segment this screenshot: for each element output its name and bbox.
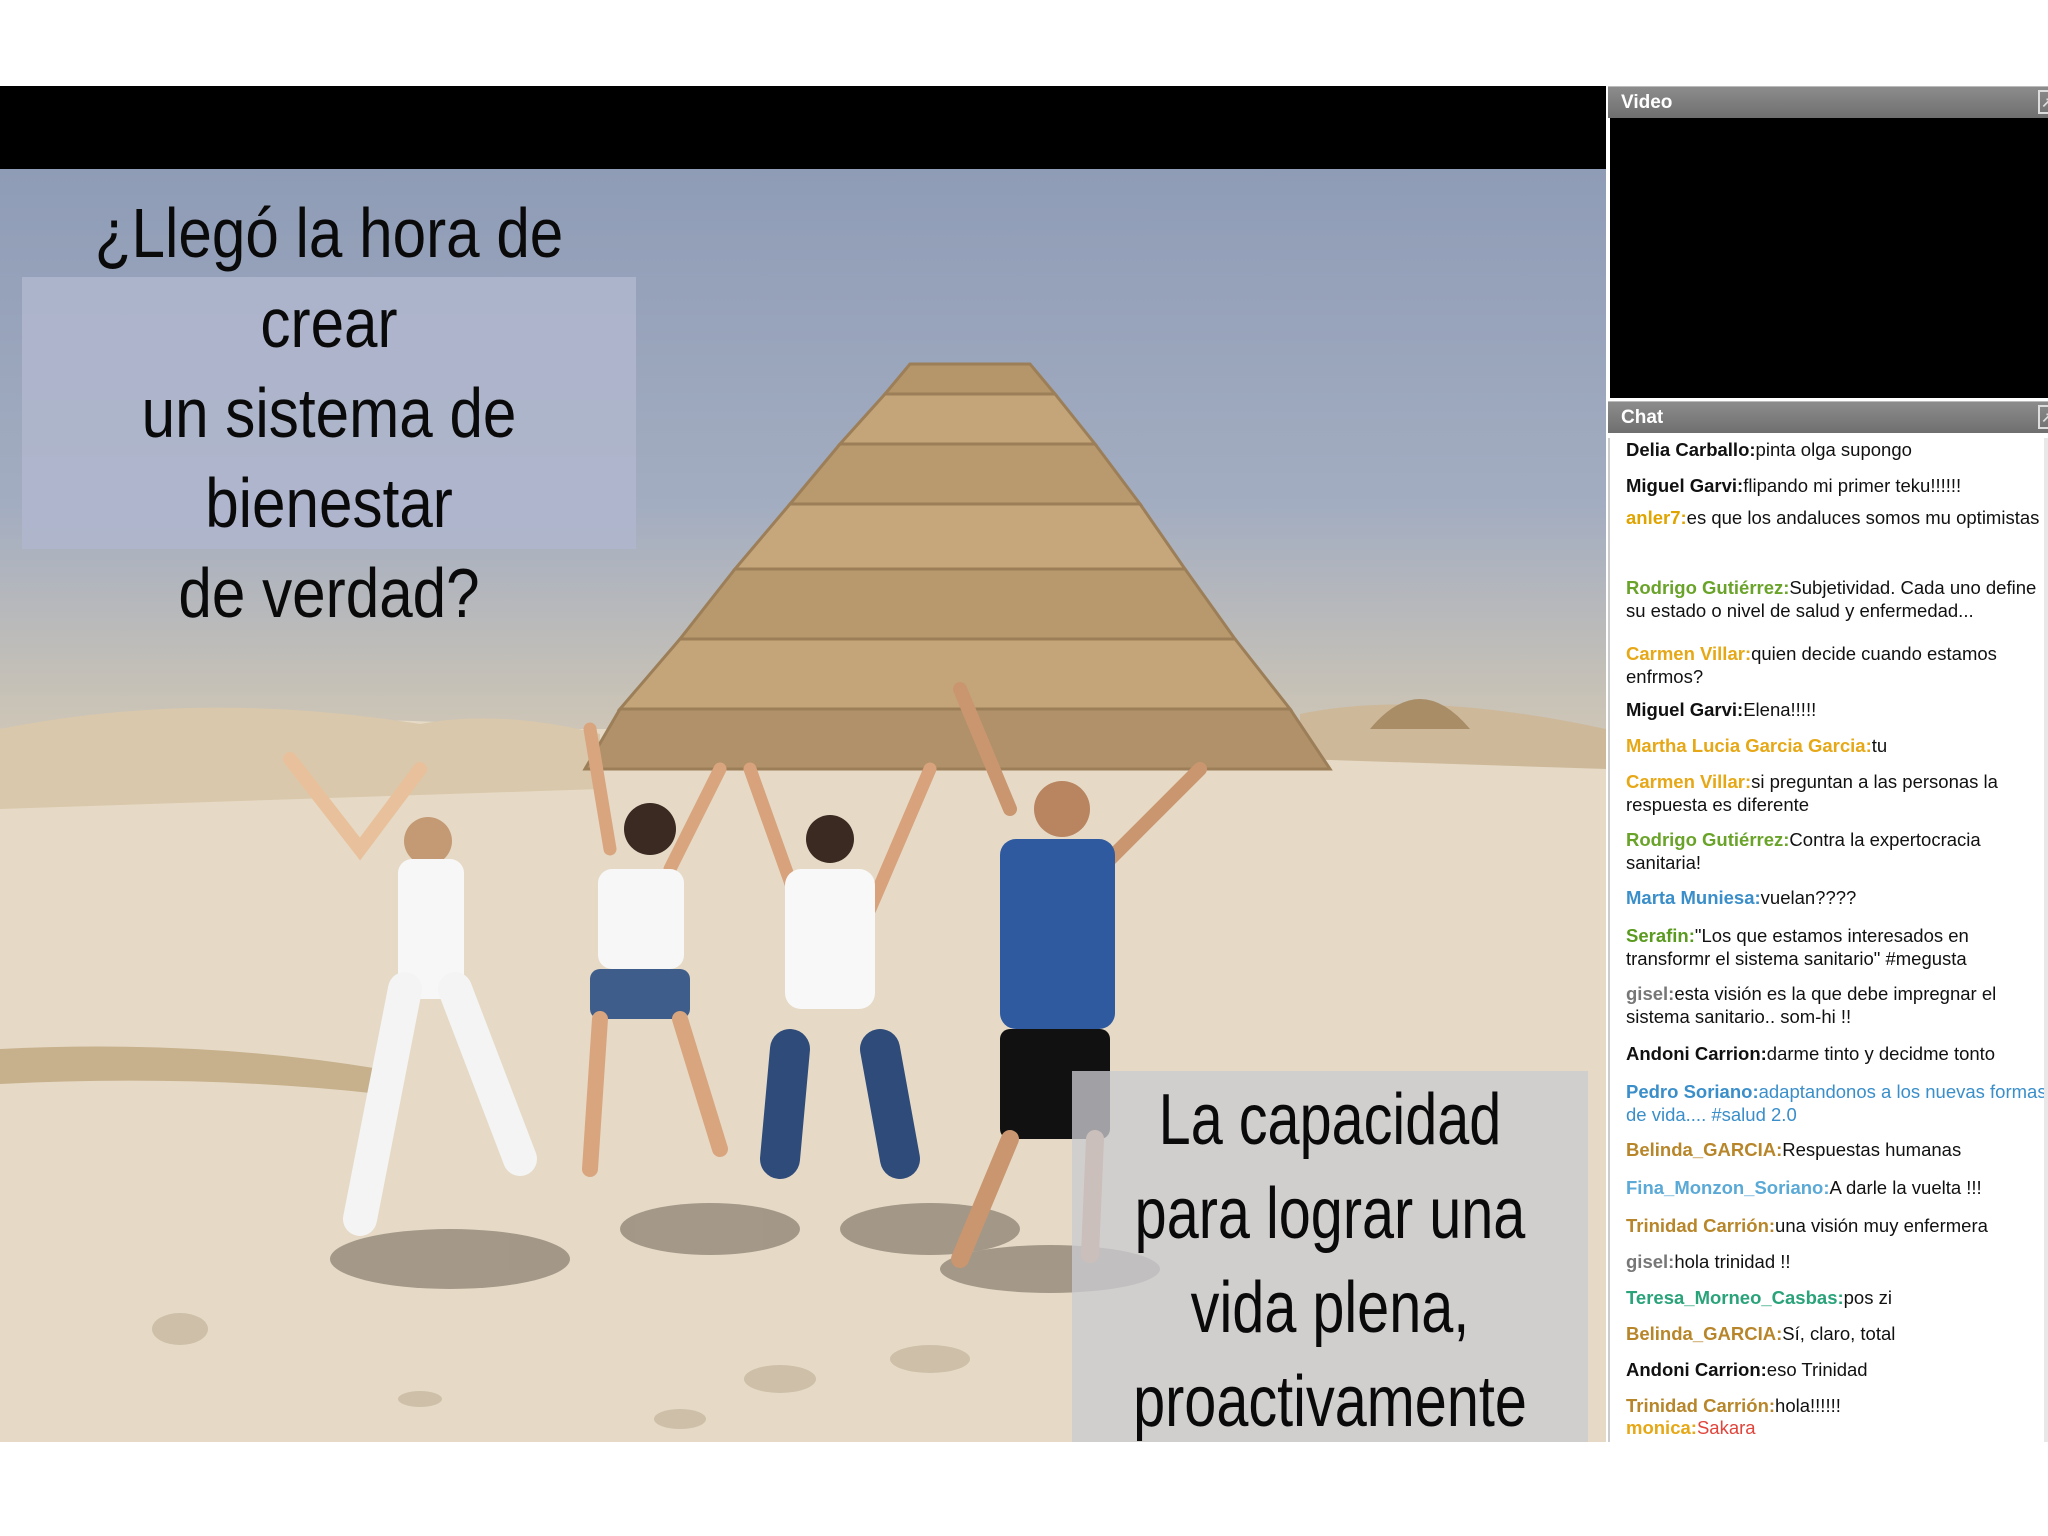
- chat-message: Trinidad Carrión:hola!!!!!!: [1626, 1394, 2048, 1417]
- chat-message-text: esta visión es la que debe impregnar el …: [1626, 983, 1997, 1027]
- chat-message-text: tu: [1871, 735, 1888, 756]
- chat-message: Carmen Villar:si preguntan a las persona…: [1626, 770, 2048, 816]
- chat-message: Delia Carballo:pinta olga supongo: [1626, 438, 2048, 461]
- chat-message-text: hola!!!!!!: [1775, 1395, 1841, 1416]
- presentation-area: ¿Llegó la hora de crear un sistema de bi…: [0, 86, 1606, 1442]
- chat-nickname[interactable]: Belinda_GARCIA:: [1626, 1323, 1782, 1344]
- chat-message-text: es que los andaluces somos mu optimistas: [1686, 507, 2040, 528]
- chat-nickname[interactable]: monica:: [1626, 1417, 1697, 1438]
- chat-message: gisel:esta visión es la que debe impregn…: [1626, 982, 2048, 1028]
- chat-message: gisel:hola trinidad !!: [1626, 1250, 2048, 1273]
- chat-nickname[interactable]: Trinidad Carrión:: [1626, 1215, 1775, 1236]
- chat-nickname[interactable]: Teresa_Morneo_Casbas:: [1626, 1287, 1844, 1308]
- chat-nickname[interactable]: Miguel Garvi:: [1626, 475, 1743, 496]
- chat-nickname[interactable]: Fina_Monzon_Soriano:: [1626, 1177, 1830, 1198]
- chat-message: anler7:es que los andaluces somos mu opt…: [1626, 506, 2048, 529]
- chat-message: Belinda_GARCIA:Sí, claro, total: [1626, 1322, 2048, 1345]
- chat-message: Miguel Garvi:Elena!!!!!: [1626, 698, 2048, 721]
- chat-nickname[interactable]: gisel:: [1626, 1251, 1674, 1272]
- chat-nickname[interactable]: Andoni Carrion:: [1626, 1043, 1767, 1064]
- chat-nickname[interactable]: Marta Muniesa:: [1626, 887, 1761, 908]
- chat-nickname[interactable]: Rodrigo Gutiérrez:: [1626, 577, 1789, 598]
- chat-message: Serafin:"Los que estamos interesados en …: [1626, 924, 2048, 970]
- chat-message-text: darme tinto y decidme tonto: [1766, 1043, 1996, 1064]
- chat-nickname[interactable]: Belinda_GARCIA:: [1626, 1139, 1782, 1160]
- chat-message-text: hola trinidad !!: [1674, 1251, 1791, 1272]
- chat-nickname[interactable]: Pedro Soriano:: [1626, 1081, 1759, 1102]
- expand-icon[interactable]: ↗: [2038, 90, 2048, 114]
- chat-nickname[interactable]: Carmen Villar:: [1626, 643, 1751, 664]
- expand-icon[interactable]: ↗: [2038, 405, 2048, 429]
- chat-message-text: pos zi: [1843, 1287, 1892, 1308]
- chat-message-text: vuelan????: [1760, 887, 1857, 908]
- chat-message: Miguel Garvi:flipando mi primer teku!!!!…: [1626, 474, 2048, 497]
- chat-nickname[interactable]: anler7:: [1626, 507, 1687, 528]
- chat-nickname[interactable]: Carmen Villar:: [1626, 771, 1751, 792]
- chat-message-text: Respuestas humanas: [1782, 1139, 1962, 1160]
- chat-message-text: eso Trinidad: [1766, 1359, 1868, 1380]
- video-player[interactable]: [1610, 118, 2048, 398]
- chat-message: Rodrigo Gutiérrez:Contra la expertocraci…: [1626, 828, 2048, 874]
- chat-message: Fina_Monzon_Soriano:A darle la vuelta !!…: [1626, 1176, 2048, 1199]
- chat-nickname[interactable]: Andoni Carrion:: [1626, 1359, 1767, 1380]
- chat-message-text: pinta olga supongo: [1755, 439, 1912, 460]
- chat-message-text: Elena!!!!!: [1743, 699, 1817, 720]
- chat-nickname[interactable]: Trinidad Carrión:: [1626, 1395, 1775, 1416]
- chat-message: Trinidad Carrión:una visión muy enfermer…: [1626, 1214, 2048, 1237]
- chat-message: monica:Sakara: [1626, 1416, 2048, 1439]
- chat-message-text: A darle la vuelta !!!: [1829, 1177, 1982, 1198]
- chat-message: Carmen Villar:quien decide cuando estamo…: [1626, 642, 2048, 688]
- chat-message: Marta Muniesa:vuelan????: [1626, 886, 2048, 909]
- chat-nickname[interactable]: Serafin:: [1626, 925, 1695, 946]
- chat-panel-title: Chat: [1621, 407, 1664, 428]
- chat-message: Andoni Carrion:darme tinto y decidme ton…: [1626, 1042, 2048, 1065]
- chat-message-text: una visión muy enfermera: [1775, 1215, 1988, 1236]
- chat-nickname[interactable]: Delia Carballo:: [1626, 439, 1756, 460]
- chat-message: Teresa_Morneo_Casbas:pos zi: [1626, 1286, 2048, 1309]
- chat-message: Martha Lucia Garcia Garcia:tu: [1626, 734, 2048, 757]
- chat-panel-header: Chat ↗: [1608, 401, 2048, 433]
- slide-heading-question: ¿Llegó la hora de crear un sistema de bi…: [22, 194, 637, 632]
- side-panel: Video ↗ Chat ↗ Delia Carballo:pinta olga…: [1608, 86, 2048, 1442]
- chat-message: Andoni Carrion:eso Trinidad: [1626, 1358, 2048, 1381]
- chat-nickname[interactable]: gisel:: [1626, 983, 1674, 1004]
- video-panel-header: Video ↗: [1608, 86, 2048, 118]
- chat-nickname[interactable]: Martha Lucia Garcia Garcia:: [1626, 735, 1872, 756]
- chat-message: Belinda_GARCIA:Respuestas humanas: [1626, 1138, 2048, 1161]
- chat-message-text: Sakara: [1696, 1417, 1756, 1438]
- chat-log[interactable]: Delia Carballo:pinta olga supongo Miguel …: [1608, 438, 2048, 1442]
- chat-message: Rodrigo Gutiérrez:Subjetividad. Cada uno…: [1626, 576, 2048, 622]
- slide-caption: La capacidad para lograr una vida plena,…: [1072, 1071, 1588, 1442]
- chat-scrollbar[interactable]: [2044, 438, 2048, 1442]
- chat-message-text: Sí, claro, total: [1782, 1323, 1896, 1344]
- video-panel-title: Video: [1621, 92, 1673, 113]
- slide-photo: ¿Llegó la hora de crear un sistema de bi…: [0, 169, 1606, 1442]
- chat-message-text: flipando mi primer teku!!!!!!: [1743, 475, 1962, 496]
- chat-message: Pedro Soriano:adaptandonos a los nuevas …: [1626, 1080, 2048, 1126]
- chat-nickname[interactable]: Rodrigo Gutiérrez:: [1626, 829, 1789, 850]
- chat-nickname[interactable]: Miguel Garvi:: [1626, 699, 1743, 720]
